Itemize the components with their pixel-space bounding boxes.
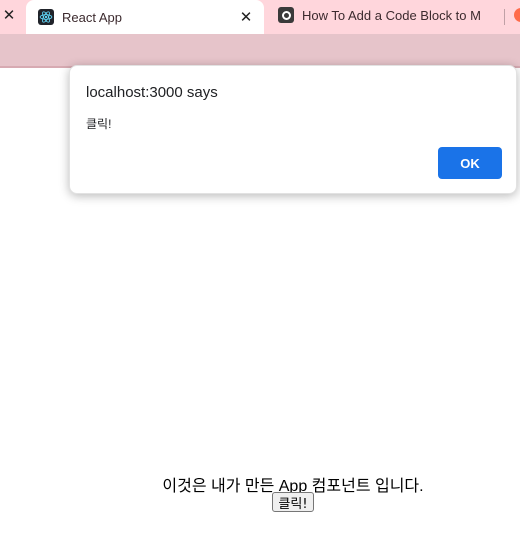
browser-toolbar bbox=[0, 34, 520, 66]
tab-divider bbox=[504, 9, 505, 25]
close-icon[interactable]: ✕ bbox=[2, 6, 16, 24]
previous-tab[interactable]: ✕ bbox=[0, 0, 24, 30]
alert-dialog: localhost:3000 says 클릭! OK bbox=[69, 65, 517, 194]
tab-title: React App bbox=[62, 9, 122, 25]
dialog-title: localhost:3000 says bbox=[86, 84, 218, 101]
dialog-message: 클릭! bbox=[86, 117, 112, 131]
browser-tab-bar: ✕ React App ✕ How To Add a Code Block to… bbox=[0, 0, 520, 34]
app-component-text: 이것은 내가 만든 App 컴포넌트 입니다. bbox=[162, 478, 424, 495]
react-icon bbox=[38, 9, 54, 25]
tab-react-app[interactable]: React App ✕ bbox=[26, 0, 264, 34]
click-button[interactable]: 클릭! bbox=[272, 492, 314, 512]
next-tab-favicon-icon[interactable] bbox=[514, 8, 520, 22]
close-icon[interactable]: ✕ bbox=[236, 8, 256, 26]
tab-title: How To Add a Code Block to M bbox=[302, 7, 481, 23]
tab-code-block-article[interactable]: How To Add a Code Block to M bbox=[268, 0, 504, 30]
ok-button[interactable]: OK bbox=[438, 147, 502, 179]
site-icon bbox=[278, 7, 294, 23]
